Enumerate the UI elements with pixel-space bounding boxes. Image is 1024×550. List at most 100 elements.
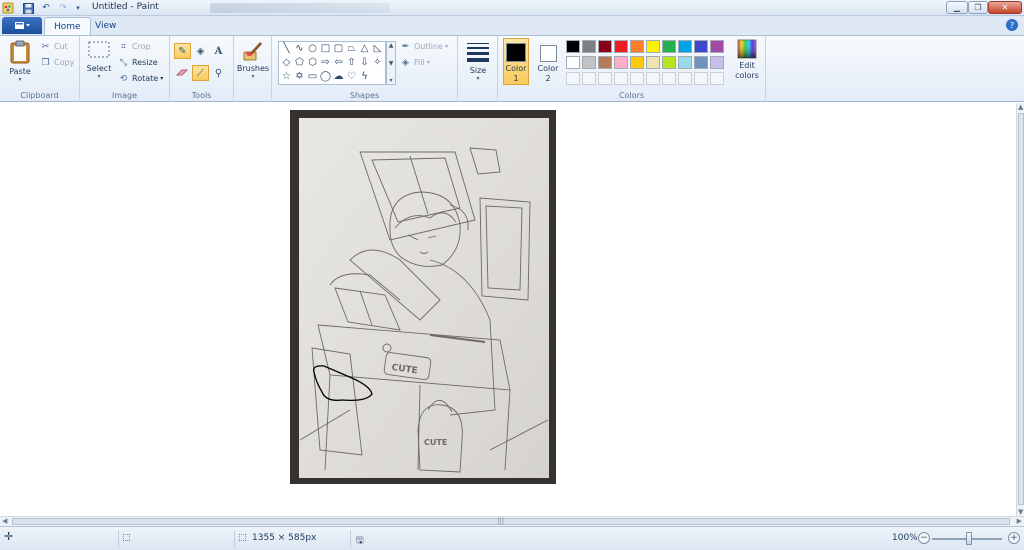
drawing-canvas[interactable]: CUTE CUTE	[290, 110, 556, 484]
custom-color-slot[interactable]	[566, 72, 580, 85]
color2-selector[interactable]: Color 2	[535, 38, 561, 85]
six-point-star-shape-icon[interactable]: ✡	[293, 70, 306, 84]
paste-button[interactable]: Paste ▾	[6, 40, 34, 88]
palette-swatch[interactable]	[582, 56, 596, 69]
custom-color-slot[interactable]	[614, 72, 628, 85]
line-shape-icon[interactable]: ╲	[280, 42, 293, 56]
undo-icon[interactable]: ↶	[40, 2, 52, 14]
redo-icon[interactable]: ↷	[57, 2, 69, 14]
eraser-tool[interactable]	[174, 65, 191, 81]
horizontal-scroll-thumb[interactable]	[12, 518, 1010, 525]
save-icon[interactable]	[22, 2, 34, 14]
copy-button[interactable]: ❐ Copy	[40, 57, 74, 68]
palette-swatch[interactable]	[678, 40, 692, 53]
text-tool[interactable]: A	[210, 43, 227, 59]
paint-app-icon[interactable]	[2, 2, 14, 14]
palette-swatch[interactable]	[614, 40, 628, 53]
lightning-shape-icon[interactable]: ϟ	[358, 70, 371, 84]
shapes-gallery-scroll[interactable]: ▲ ▼ ▾	[386, 41, 396, 85]
vertical-scrollbar[interactable]: ▲ ▼	[1016, 103, 1024, 516]
horizontal-scrollbar[interactable]: ◀ ||| ▶	[0, 516, 1024, 526]
rectangle-shape-icon[interactable]: □	[319, 42, 332, 56]
palette-swatch[interactable]	[646, 40, 660, 53]
curve-shape-icon[interactable]: ∿	[293, 42, 306, 56]
tab-view[interactable]: View	[86, 17, 125, 35]
palette-swatch[interactable]	[598, 40, 612, 53]
palette-swatch[interactable]	[582, 40, 596, 53]
palette-swatch[interactable]	[678, 56, 692, 69]
four-point-star-shape-icon[interactable]: ✧	[371, 56, 384, 70]
scroll-up-arrow-icon[interactable]: ▲	[1018, 103, 1023, 111]
custom-color-slot[interactable]	[646, 72, 660, 85]
oval-shape-icon[interactable]: ○	[306, 42, 319, 56]
tab-home[interactable]: Home	[44, 17, 91, 35]
color-picker-tool[interactable]: ⟋	[192, 65, 209, 81]
custom-color-slot[interactable]	[582, 72, 596, 85]
minimize-button[interactable]: ▁	[946, 1, 968, 14]
zoom-in-button[interactable]: +	[1008, 532, 1020, 544]
right-arrow-shape-icon[interactable]: ⇨	[319, 56, 332, 70]
up-arrow-shape-icon[interactable]: ⇧	[345, 56, 358, 70]
help-icon[interactable]: ?	[1006, 19, 1018, 31]
heart-shape-icon[interactable]: ♡	[345, 70, 358, 84]
size-button[interactable]: Size ▾	[462, 40, 494, 88]
palette-swatch[interactable]	[694, 40, 708, 53]
scroll-down-arrow-icon[interactable]: ▼	[1018, 508, 1023, 516]
brushes-button[interactable]: Brushes ▾	[236, 40, 270, 88]
pentagon-shape-icon[interactable]: ⬠	[293, 56, 306, 70]
select-button[interactable]: Select ▾	[84, 40, 114, 88]
cloud-callout-shape-icon[interactable]: ☁	[332, 70, 345, 84]
edit-colors-button[interactable]: Edit colors	[730, 39, 764, 87]
rounded-callout-shape-icon[interactable]: ▭	[306, 70, 319, 84]
custom-color-slot[interactable]	[678, 72, 692, 85]
maximize-button[interactable]: ❐	[968, 1, 988, 14]
custom-color-slot[interactable]	[710, 72, 724, 85]
palette-swatch[interactable]	[662, 56, 676, 69]
scroll-left-arrow-icon[interactable]: ◀	[2, 517, 7, 525]
palette-swatch[interactable]	[662, 40, 676, 53]
palette-swatch[interactable]	[694, 56, 708, 69]
customize-quick-access-icon[interactable]: ▾	[72, 2, 84, 14]
palette-swatch[interactable]	[614, 56, 628, 69]
outline-button[interactable]: ✒ Outline ▾	[400, 41, 448, 52]
triangle-shape-icon[interactable]: △	[358, 42, 371, 56]
magnifier-tool[interactable]: ⚲	[210, 65, 227, 81]
down-arrow-shape-icon[interactable]: ⇩	[358, 56, 371, 70]
paint-menu-button[interactable]	[2, 17, 42, 34]
zoom-out-button[interactable]: −	[918, 532, 930, 544]
custom-color-slot[interactable]	[630, 72, 644, 85]
hexagon-shape-icon[interactable]: ⬡	[306, 56, 319, 70]
fill-tool[interactable]: ◈	[192, 43, 209, 59]
left-arrow-shape-icon[interactable]: ⇦	[332, 56, 345, 70]
vertical-scroll-thumb[interactable]	[1018, 113, 1024, 505]
cut-button[interactable]: ✂ Cut	[40, 41, 68, 52]
palette-swatch[interactable]	[646, 56, 660, 69]
rounded-rectangle-shape-icon[interactable]: ▢	[332, 42, 345, 56]
oval-callout-shape-icon[interactable]: ◯	[319, 70, 332, 84]
fill-button[interactable]: ◈ Fill ▾	[400, 57, 430, 68]
five-point-star-shape-icon[interactable]: ☆	[280, 70, 293, 84]
palette-swatch[interactable]	[710, 56, 724, 69]
diamond-shape-icon[interactable]: ◇	[280, 56, 293, 70]
palette-swatch[interactable]	[710, 40, 724, 53]
custom-color-slot[interactable]	[662, 72, 676, 85]
zoom-slider-thumb[interactable]	[966, 532, 972, 545]
pencil-tool[interactable]: ✎	[174, 43, 191, 59]
color1-selector[interactable]: Color 1	[503, 38, 529, 85]
shapes-gallery: ╲ ∿ ○ □ ▢ ⏢ △ ◺ ◇ ⬠ ⬡ ⇨ ⇦ ⇧ ⇩ ✧ ☆ ✡ ▭ ◯ …	[278, 41, 386, 85]
rotate-button[interactable]: ⟲ Rotate ▾	[118, 73, 164, 84]
canvas-workspace[interactable]: CUTE CUTE	[0, 103, 1016, 516]
palette-swatch[interactable]	[630, 40, 644, 53]
crop-button[interactable]: ⌗ Crop	[118, 41, 151, 52]
polygon-shape-icon[interactable]: ⏢	[345, 42, 358, 56]
palette-swatch[interactable]	[566, 56, 580, 69]
custom-color-slot[interactable]	[694, 72, 708, 85]
close-button[interactable]: ✕	[988, 1, 1022, 14]
palette-swatch[interactable]	[598, 56, 612, 69]
palette-swatch[interactable]	[566, 40, 580, 53]
custom-color-slot[interactable]	[598, 72, 612, 85]
scroll-right-arrow-icon[interactable]: ▶	[1017, 517, 1022, 525]
resize-button[interactable]: ⤡ Resize	[118, 57, 158, 68]
palette-swatch[interactable]	[630, 56, 644, 69]
right-triangle-shape-icon[interactable]: ◺	[371, 42, 384, 56]
